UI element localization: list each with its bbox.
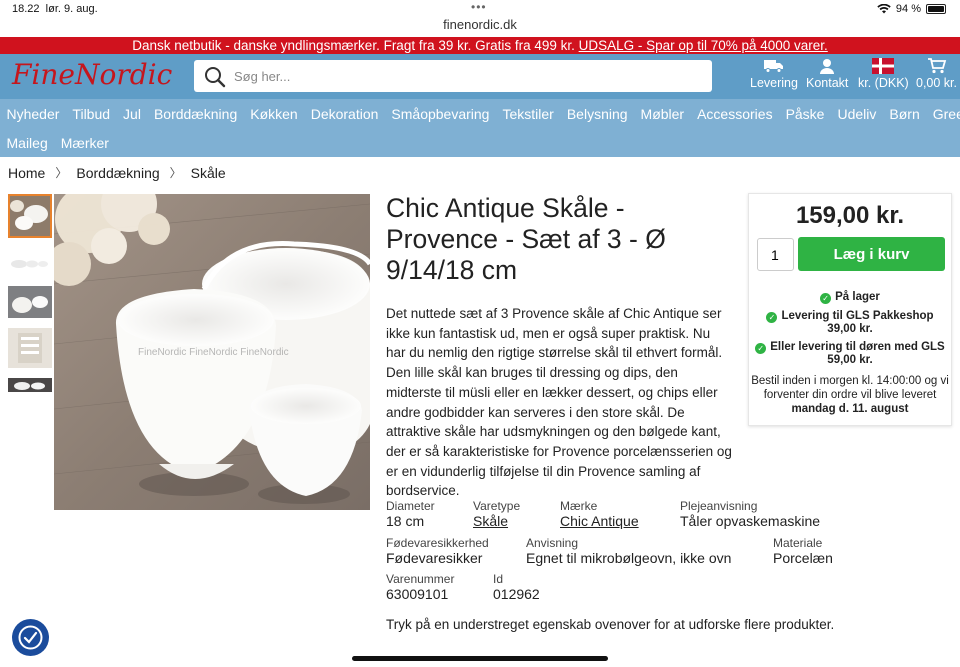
- contact-label: Kontakt: [806, 76, 849, 90]
- promo-text: Dansk netbutik - danske yndlingsmærker. …: [132, 38, 579, 53]
- cart-icon: [927, 58, 946, 74]
- nav-item-moebler[interactable]: Møbler: [634, 106, 691, 122]
- truck-icon: [763, 60, 783, 73]
- nav-item-tekstiler[interactable]: Tekstiler: [496, 106, 560, 122]
- chevron-right-icon: 〉: [55, 166, 68, 180]
- nav-item-borddaekning[interactable]: Borddækning: [147, 106, 243, 122]
- site-logo[interactable]: FineNordic: [12, 58, 172, 91]
- nav-item-paaske[interactable]: Påske: [779, 106, 831, 122]
- attr-id: Id 012962: [493, 572, 540, 603]
- stock-status: ✓ På lager: [749, 291, 951, 304]
- shipping-option-pakkeshop: ✓ Levering til GLS Pakkeshop 39,00 kr.: [749, 310, 951, 335]
- attr-varenummer: Varenummer 63009101: [386, 572, 455, 603]
- add-to-cart-button[interactable]: Læg i kurv: [798, 237, 945, 271]
- breadcrumb-skaale[interactable]: Skåle: [191, 165, 226, 181]
- promo-sale-link[interactable]: UDSALG - Spar op til 70% på 4000 varer.: [579, 38, 828, 53]
- check-circle-icon: ✓: [755, 343, 767, 354]
- nav-row-2: Maileg Mærker: [0, 135, 115, 151]
- nav-item-accessories[interactable]: Accessories: [691, 106, 779, 122]
- nav-item-udeliv[interactable]: Udeliv: [831, 106, 883, 122]
- nav-item-nyheder[interactable]: Nyheder: [0, 106, 66, 122]
- breadcrumb-home[interactable]: Home: [8, 165, 45, 181]
- promo-bar: Dansk netbutik - danske yndlingsmærker. …: [0, 37, 960, 54]
- nav-item-smaaopbevaring[interactable]: Småopbevaring: [385, 106, 496, 122]
- product-title: Chic Antique Skåle - Provence - Sæt af 3…: [386, 193, 666, 285]
- danish-flag-icon: [872, 58, 895, 74]
- attributes-hint: Tryk på en understreget egenskab ovenove…: [386, 617, 835, 632]
- address-bar[interactable]: finenordic.dk: [0, 17, 960, 32]
- thumbnail-2[interactable]: [8, 248, 52, 276]
- check-circle-icon: ✓: [766, 312, 778, 323]
- thumbnail-4[interactable]: [8, 328, 52, 368]
- chevron-right-icon: 〉: [169, 166, 182, 180]
- accessibility-icon: [18, 625, 43, 650]
- buy-box: 159,00 kr. Læg i kurv ✓På lager ✓Leverin…: [748, 193, 952, 426]
- delivery-button[interactable]: Levering: [750, 58, 798, 90]
- delivery-label: Levering: [750, 76, 798, 90]
- currency-button[interactable]: kr. (DKK): [858, 58, 909, 90]
- breadcrumb: Home 〉 Borddækning 〉 Skåle: [8, 164, 226, 181]
- currency-label: kr. (DKK): [858, 76, 909, 90]
- product-price: 159,00 kr.: [795, 202, 905, 229]
- cart-button[interactable]: 0,00 kr.: [916, 58, 957, 90]
- status-bar: 18.22 lør. 9. aug. ••• 94 %: [0, 0, 960, 18]
- door-price: 59,00 kr.: [827, 354, 873, 366]
- home-indicator[interactable]: [352, 656, 608, 661]
- battery-icon: [926, 4, 946, 14]
- battery-percent: 94 %: [895, 3, 921, 15]
- thumbnail-1[interactable]: [8, 194, 52, 238]
- breadcrumb-borddaekning[interactable]: Borddækning: [76, 165, 159, 181]
- attr-maerke: Mærke Chic Antique: [560, 499, 639, 530]
- thumbnail-3[interactable]: [8, 286, 52, 318]
- site-header: FineNordic Levering Kontakt kr. (DKK) 0,…: [0, 54, 960, 99]
- search-icon[interactable]: [204, 66, 226, 88]
- maerke-link[interactable]: Chic Antique: [560, 513, 639, 529]
- nav-item-greengate[interactable]: GreenGate: [926, 106, 960, 122]
- nav-row-1: Nyheder Tilbud Jul Borddækning Køkken De…: [0, 106, 960, 122]
- attr-materiale: Materiale Porcelæn: [773, 536, 833, 567]
- product-image[interactable]: FineNordic FineNordic FineNordic: [54, 194, 370, 510]
- delivery-date: mandag d. 11. august: [791, 403, 909, 415]
- main-nav: Nyheder Tilbud Jul Borddækning Køkken De…: [0, 99, 960, 157]
- pakkeshop-price: 39,00 kr.: [827, 323, 873, 335]
- accessibility-button[interactable]: [12, 619, 49, 656]
- status-right: 94 %: [877, 3, 946, 15]
- contact-button[interactable]: Kontakt: [806, 58, 848, 90]
- search-input[interactable]: [234, 60, 694, 92]
- nav-item-maileg[interactable]: Maileg: [0, 135, 54, 151]
- attr-varetype: Varetype Skåle: [473, 499, 521, 530]
- attr-anvisning: Anvisning Egnet til mikrobølgeovn, ikke o…: [526, 536, 732, 567]
- nav-item-koekken[interactable]: Køkken: [244, 106, 304, 122]
- cart-total: 0,00 kr.: [916, 76, 957, 90]
- nav-item-maerker[interactable]: Mærker: [54, 135, 115, 151]
- varetype-link[interactable]: Skåle: [473, 513, 520, 529]
- wifi-icon: [877, 4, 891, 14]
- quantity-input[interactable]: [757, 238, 794, 271]
- nav-item-belysning[interactable]: Belysning: [560, 106, 634, 122]
- nav-item-boern[interactable]: Børn: [883, 106, 926, 122]
- status-time: 18.22 lør. 9. aug.: [12, 3, 98, 15]
- attr-diameter: Diameter 18 cm: [386, 499, 435, 530]
- nav-item-jul[interactable]: Jul: [117, 106, 148, 122]
- check-circle-icon: ✓: [820, 293, 832, 304]
- order-deadline: Bestil inden i morgen kl. 14:00:00 og vi…: [751, 375, 949, 415]
- nav-item-tilbud[interactable]: Tilbud: [66, 106, 117, 122]
- image-watermark: FineNordic FineNordic FineNordic: [138, 347, 289, 358]
- search-box: [194, 60, 712, 92]
- shipping-option-door: ✓ Eller levering til døren med GLS 59,00 …: [749, 341, 951, 366]
- multitask-dots-icon[interactable]: •••: [471, 0, 487, 14]
- user-icon: [820, 59, 835, 74]
- thumbnail-5[interactable]: [8, 378, 52, 392]
- thumbnail-list: [8, 194, 52, 402]
- attr-foedevaresikkerhed: Fødevaresikkerhed Fødevaresikker: [386, 536, 489, 567]
- nav-item-dekoration[interactable]: Dekoration: [304, 106, 385, 122]
- product-description: Det nuttede sæt af 3 Provence skåle af C…: [386, 306, 732, 499]
- attr-plejeanvisning: Plejeanvisning Tåler opvaskemaskine: [680, 499, 821, 530]
